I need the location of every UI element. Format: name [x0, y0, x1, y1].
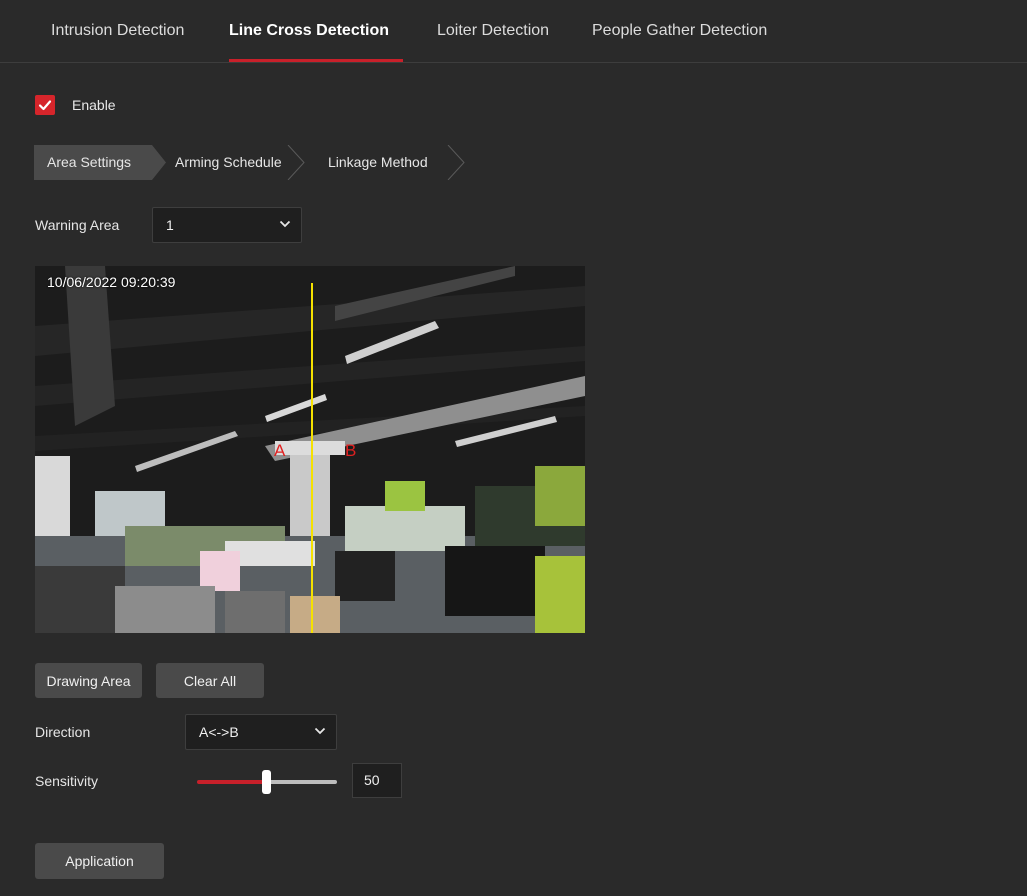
camera-scene — [35, 266, 585, 633]
tab-people-gather-detection[interactable]: People Gather Detection — [592, 22, 767, 40]
chevron-down-icon — [314, 727, 326, 735]
video-timestamp: 10/06/2022 09:20:39 — [47, 274, 176, 290]
direction-label: Direction — [35, 724, 91, 740]
clear-all-button[interactable]: Clear All — [156, 663, 264, 698]
drawing-area-button[interactable]: Drawing Area — [35, 663, 142, 698]
chevron-down-icon — [279, 220, 291, 228]
enable-row: Enable — [35, 95, 116, 115]
tab-loiter-detection[interactable]: Loiter Detection — [437, 22, 549, 40]
camera-preview[interactable]: 10/06/2022 09:20:39 A B — [35, 266, 585, 633]
direction-value: A<->B — [199, 724, 239, 740]
sensitivity-input[interactable]: 50 — [352, 763, 402, 798]
sensitivity-slider-handle[interactable] — [262, 770, 271, 794]
step-area-settings-label: Area Settings — [47, 154, 132, 170]
step-arming-schedule-label: Arming Schedule — [175, 154, 282, 170]
check-icon — [38, 100, 52, 111]
step-linkage-method[interactable]: Linkage Method — [308, 145, 468, 180]
sensitivity-slider-fill — [197, 780, 267, 784]
side-b-label: B — [345, 441, 357, 460]
enable-checkbox[interactable] — [35, 95, 55, 115]
active-tab-indicator — [229, 59, 403, 62]
sensitivity-slider-track[interactable] — [267, 780, 337, 784]
tab-line-cross-detection[interactable]: Line Cross Detection — [229, 22, 389, 40]
warning-area-label: Warning Area — [35, 217, 120, 233]
step-area-settings[interactable]: Area Settings — [34, 145, 166, 180]
warning-area-value: 1 — [166, 217, 174, 233]
detection-tabs: Intrusion Detection Line Cross Detection… — [0, 0, 1027, 63]
enable-label: Enable — [72, 97, 116, 113]
side-a-label: A — [274, 441, 286, 460]
step-arming-schedule[interactable]: Arming Schedule — [158, 145, 306, 180]
application-button[interactable]: Application — [35, 843, 164, 879]
step-linkage-method-label: Linkage Method — [328, 154, 428, 170]
warning-area-select[interactable]: 1 — [152, 207, 302, 243]
sensitivity-label: Sensitivity — [35, 773, 99, 789]
tab-intrusion-detection[interactable]: Intrusion Detection — [51, 22, 184, 40]
direction-select[interactable]: A<->B — [185, 714, 337, 750]
